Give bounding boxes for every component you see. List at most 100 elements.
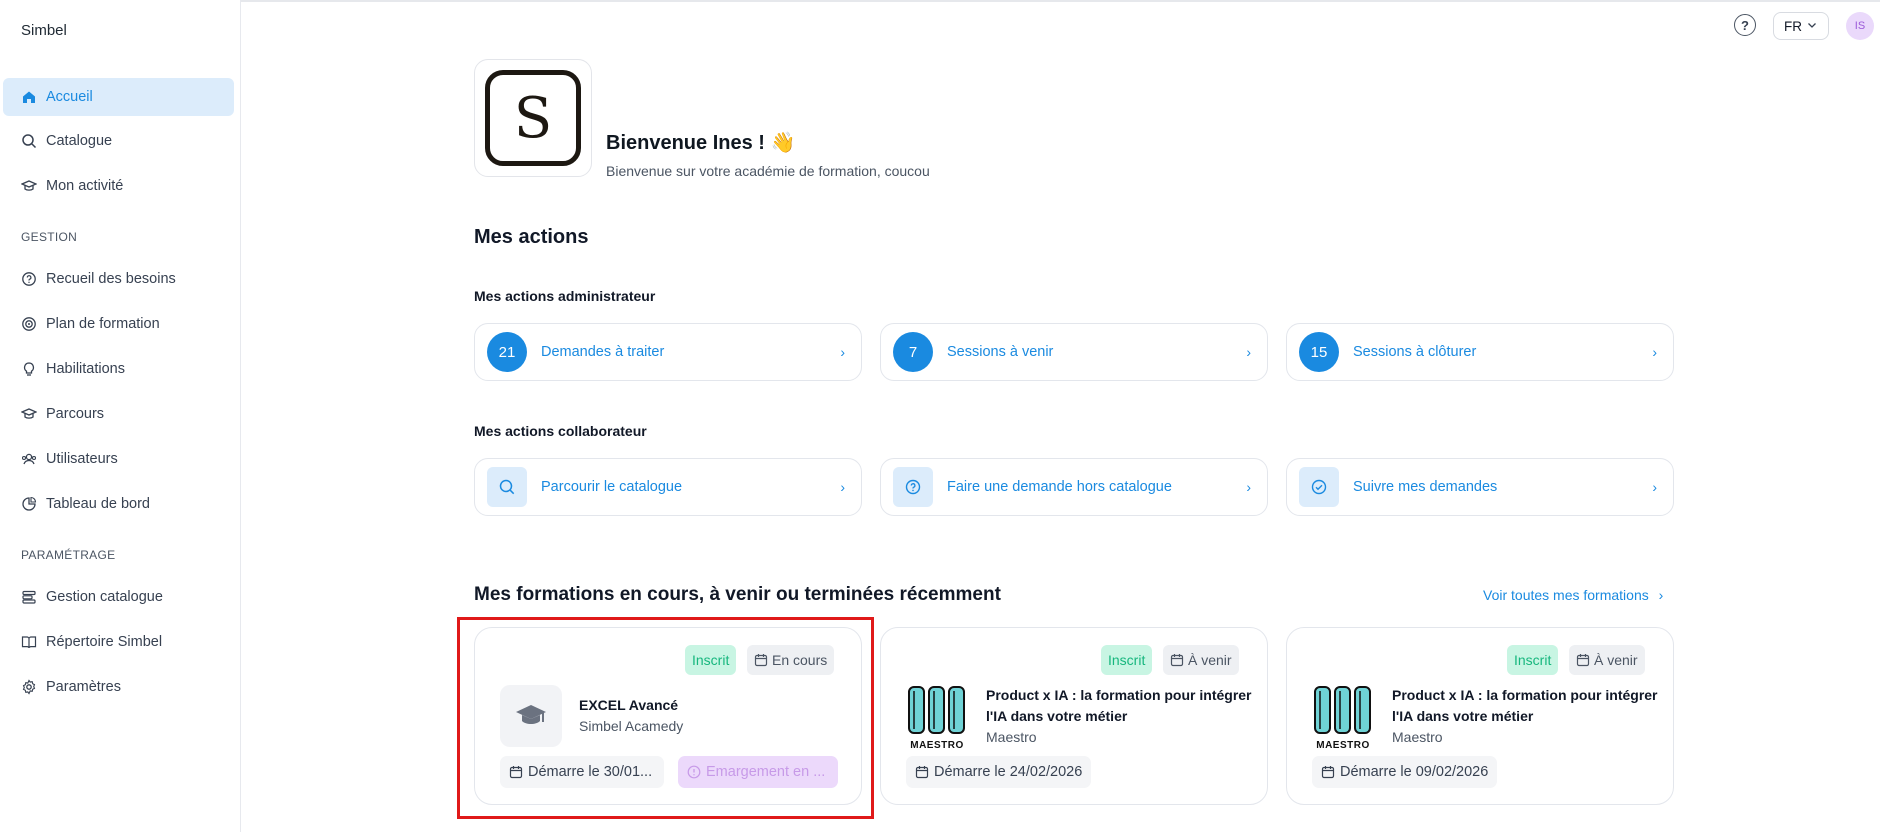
lightbulb-icon (21, 361, 37, 377)
training-title: Product x IA : la formation pour intégre… (986, 685, 1252, 727)
help-button[interactable]: ? (1734, 14, 1756, 36)
phase-label: À venir (1188, 652, 1232, 668)
see-all-label: Voir toutes mes formations (1483, 587, 1649, 603)
sidebar-item-parametres[interactable]: Paramètres (3, 668, 234, 706)
action-label: Sessions à venir (947, 344, 1054, 360)
phase-badge: À venir (1569, 645, 1645, 675)
action-label: Demandes à traiter (541, 344, 665, 360)
sidebar-item-label: Paramètres (46, 679, 121, 695)
question-bubble-icon (21, 271, 37, 287)
section-label-gestion: GESTION (21, 230, 78, 244)
gear-icon (21, 679, 37, 695)
highlight-box (457, 617, 874, 819)
sidebar-item-label: Mon activité (46, 178, 124, 194)
action-card-suivre-demandes[interactable]: Suivre mes demandes › (1286, 458, 1674, 516)
count-badge: 15 (1299, 332, 1339, 372)
training-title-line2: l'IA dans votre métier (1392, 708, 1534, 724)
sidebar-item-parcours[interactable]: Parcours (3, 395, 234, 433)
chevron-right-icon: › (840, 479, 845, 495)
sidebar-item-mon-activite[interactable]: Mon activité (3, 167, 234, 205)
action-label: Sessions à clôturer (1353, 344, 1477, 360)
start-date-pill: Démarre le 24/02/2026 (906, 756, 1092, 788)
check-circle-icon (1299, 467, 1339, 507)
search-icon (21, 133, 37, 149)
sidebar-item-repertoire[interactable]: Répertoire Simbel (3, 623, 234, 661)
status-badge: Inscrit (1101, 645, 1153, 675)
calendar-icon (915, 766, 929, 779)
start-date-pill: Démarre le 09/02/2026 (1312, 756, 1498, 788)
language-selector[interactable]: FR (1773, 12, 1829, 40)
maestro-logo: MAESTRO (907, 683, 967, 751)
sidebar-item-recueil[interactable]: Recueil des besoins (3, 260, 234, 298)
training-card-product-ia-1[interactable]: Inscrit À venir MAESTRO Product x IA : l… (880, 627, 1268, 805)
training-title-line2: l'IA dans votre métier (986, 708, 1128, 724)
maestro-logo: MAESTRO (1313, 683, 1373, 751)
sidebar-item-label: Gestion catalogue (46, 589, 163, 605)
chevron-right-icon: › (1658, 587, 1664, 603)
see-all-trainings-link[interactable]: Voir toutes mes formations › (1483, 587, 1663, 603)
sidebar-item-label: Parcours (46, 406, 105, 422)
training-card-product-ia-2[interactable]: Inscrit À venir MAESTRO Product x IA : l… (1286, 627, 1674, 805)
start-date: Démarre le 24/02/2026 (934, 764, 1083, 780)
status-badge: Inscrit (1507, 645, 1559, 675)
page-title: Bienvenue Ines ! 👋 (606, 132, 796, 154)
top-border (0, 0, 1880, 2)
chevron-right-icon: › (840, 344, 845, 360)
avatar[interactable]: IS (1846, 12, 1874, 40)
action-card-sessions-cloturer[interactable]: 15 Sessions à clôturer › (1286, 323, 1674, 381)
action-label: Faire une demande hors catalogue (947, 479, 1172, 495)
sidebar-item-label: Plan de formation (46, 316, 160, 332)
target-icon (21, 316, 37, 332)
phase-label: À venir (1594, 652, 1638, 668)
action-label: Suivre mes demandes (1353, 479, 1498, 495)
sidebar-item-gestion-catalogue[interactable]: Gestion catalogue (3, 578, 234, 616)
home-icon (21, 89, 37, 105)
count-badge: 21 (487, 332, 527, 372)
action-card-catalogue[interactable]: Parcourir le catalogue › (474, 458, 862, 516)
calendar-icon (1170, 654, 1184, 667)
sidebar-item-accueil[interactable]: Accueil (3, 78, 234, 116)
chevron-right-icon: › (1652, 344, 1657, 360)
question-bubble-icon (893, 467, 933, 507)
sidebar-item-catalogue[interactable]: Catalogue (3, 122, 234, 160)
action-card-demandes[interactable]: 21 Demandes à traiter › (474, 323, 862, 381)
sidebar-item-utilisateurs[interactable]: Utilisateurs (3, 440, 234, 478)
language-label: FR (1784, 18, 1802, 34)
sidebar-item-label: Habilitations (46, 361, 125, 377)
phase-badge: À venir (1163, 645, 1239, 675)
page-subtitle: Bienvenue sur votre académie de formatio… (606, 163, 930, 179)
start-date: Démarre le 09/02/2026 (1340, 764, 1489, 780)
maestro-logo-text: MAESTRO (1316, 740, 1370, 751)
chevron-right-icon: › (1652, 479, 1657, 495)
calendar-icon (1576, 654, 1590, 667)
section-label-parametrage: PARAMÉTRAGE (21, 548, 116, 562)
action-card-sessions-venir[interactable]: 7 Sessions à venir › (880, 323, 1268, 381)
count-badge: 7 (893, 332, 933, 372)
training-organization: Maestro (986, 729, 1037, 745)
sidebar-item-tableau-de-bord[interactable]: Tableau de bord (3, 485, 234, 523)
users-icon (21, 451, 37, 467)
sidebar-item-label: Répertoire Simbel (46, 634, 163, 650)
sidebar-item-label: Accueil (46, 89, 93, 105)
training-title-line1: Product x IA : la formation pour intégre… (1392, 687, 1658, 703)
trainings-title: Mes formations en cours, à venir ou term… (474, 584, 1001, 605)
book-icon (21, 634, 37, 650)
chevron-right-icon: › (1246, 479, 1251, 495)
pie-chart-icon (21, 496, 37, 512)
logo-letter: S (485, 70, 581, 166)
sidebar-item-label: Recueil des besoins (46, 271, 176, 287)
actions-title: Mes actions (474, 226, 589, 248)
brand-name[interactable]: Simbel (21, 22, 67, 39)
graduation-cap-icon (21, 178, 37, 194)
sidebar-item-habilitations[interactable]: Habilitations (3, 350, 234, 388)
admin-actions-title: Mes actions administrateur (474, 288, 656, 304)
action-card-demande-hors-catalogue[interactable]: Faire une demande hors catalogue › (880, 458, 1268, 516)
graduation-cap-icon (21, 406, 37, 422)
chevron-down-icon (1806, 19, 1818, 34)
sidebar-item-plan-formation[interactable]: Plan de formation (3, 305, 234, 343)
academy-logo: S (474, 59, 592, 177)
training-title: Product x IA : la formation pour intégre… (1392, 685, 1658, 727)
layers-icon (21, 589, 37, 605)
calendar-icon (1321, 766, 1335, 779)
chevron-right-icon: › (1246, 344, 1251, 360)
